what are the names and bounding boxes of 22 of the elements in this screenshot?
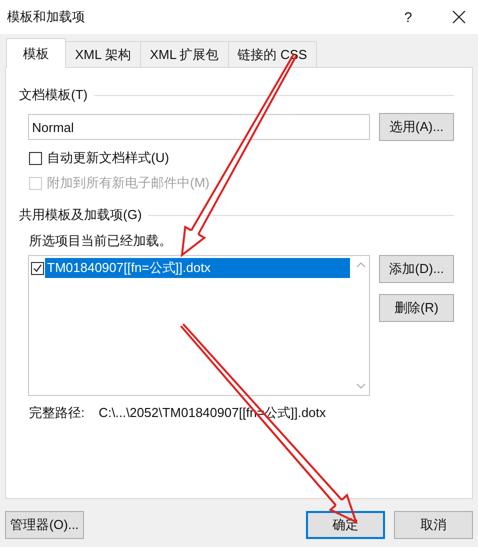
checkbox[interactable]	[31, 262, 44, 274]
list-item[interactable]: TM01840907[[fn=公式]].dotx	[45, 258, 350, 278]
template-field[interactable]: Normal	[28, 114, 370, 140]
window-title: 模板和加载项	[7, 8, 86, 26]
path-label: 完整路径:	[29, 404, 85, 422]
checkbox[interactable]	[29, 152, 42, 164]
checkbox-label: 附加到所有新电子邮件中(M)	[47, 174, 210, 192]
status-text: 所选项目当前已经加载。	[29, 232, 173, 250]
group-label: 共用模板及加载项(G)	[19, 206, 142, 224]
tab[interactable]: 链接的 CSS	[228, 41, 318, 67]
organizer-button[interactable]: 管理器(O)...	[5, 511, 84, 539]
scroll-down-icon[interactable]	[356, 383, 366, 389]
checkbox-label: 自动更新文档样式(U)	[47, 149, 170, 167]
group-label: 文档模板(T)	[19, 86, 88, 104]
attach-button[interactable]: 选用(A)...	[379, 113, 454, 141]
cancel-button[interactable]: 取消	[394, 511, 473, 539]
close-icon[interactable]	[452, 10, 466, 24]
list-button[interactable]: 添加(D)...	[379, 255, 454, 283]
tab[interactable]: 模板	[6, 38, 66, 68]
help-button[interactable]: ?	[404, 9, 412, 25]
list-button[interactable]: 删除(R)	[379, 294, 454, 322]
scroll-up-icon[interactable]	[356, 262, 366, 268]
